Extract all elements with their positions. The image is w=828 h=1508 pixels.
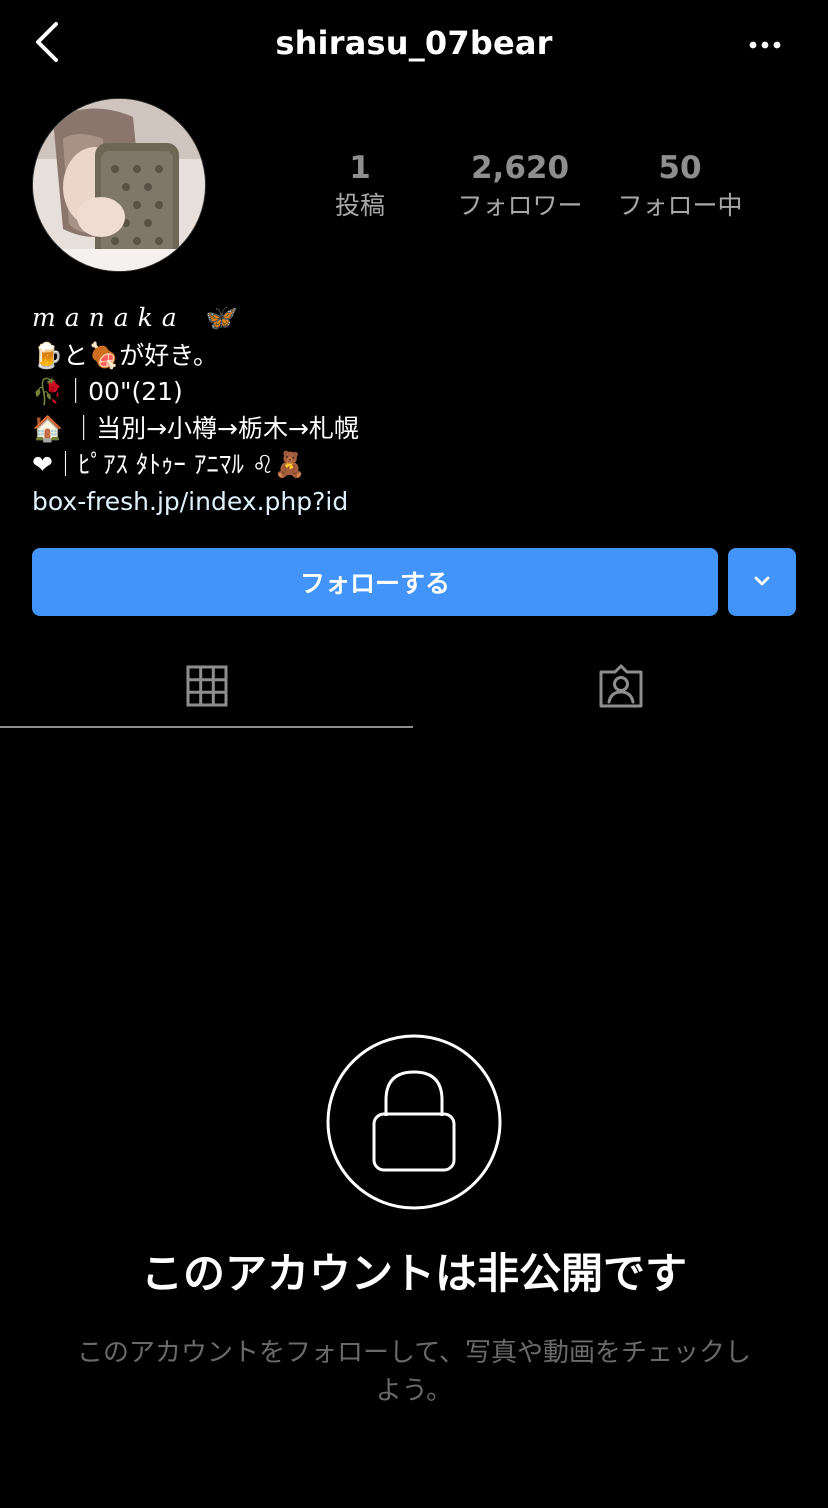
- private-account-title: このアカウントは非公開です: [140, 1249, 687, 1298]
- chevron-down-icon: [754, 576, 770, 586]
- profile-username: shirasu_07bear: [275, 24, 553, 62]
- more-options-button[interactable]: [738, 28, 792, 62]
- bio-line-interests: ❤︎｜ﾋﾟｱｽ ﾀﾄｩｰ ｱﾆﾏﾙ ♌︎🧸: [32, 450, 306, 479]
- tab-tagged[interactable]: [414, 650, 828, 726]
- bio-line-hometowns: 🏠 ｜当別→小樽→栃木→札幌: [32, 414, 359, 443]
- posts-count-label: 投稿: [334, 191, 385, 220]
- lock-icon: [326, 1034, 502, 1210]
- avatar-image: [33, 99, 205, 271]
- tagged-person-icon: [599, 664, 643, 708]
- bio-line-birth: 🥀｜00"(21): [32, 377, 183, 406]
- following-count-label: フォロー中: [617, 191, 743, 220]
- suggested-accounts-button[interactable]: [728, 548, 796, 616]
- posts-count-value: 1: [349, 150, 371, 186]
- bio-website-link[interactable]: box-fresh.jp/index.php?id: [32, 484, 348, 520]
- follow-button[interactable]: フォローする: [32, 548, 718, 616]
- followers-count-value: 2,620: [470, 150, 570, 186]
- posts-count: 1 投稿: [280, 150, 440, 226]
- following-count[interactable]: 50 フォロー中: [600, 150, 760, 226]
- bio-display-name: manaka 🦋: [32, 303, 243, 332]
- bio-line-likes: 🍺と🍖が好き。: [32, 341, 219, 370]
- avatar[interactable]: [32, 98, 206, 272]
- private-account-subtitle: このアカウントをフォローして、写真や動画をチェックしよう。: [77, 1338, 751, 1406]
- tab-posts-grid[interactable]: [0, 650, 414, 726]
- followers-count[interactable]: 2,620 フォロワー: [440, 150, 600, 226]
- private-account-lock: [326, 1034, 502, 1210]
- more-horizontal-icon: [749, 41, 781, 49]
- followers-count-label: フォロワー: [457, 191, 583, 220]
- following-count-value: 50: [658, 150, 702, 186]
- active-tab-indicator: [0, 726, 413, 728]
- grid-icon: [186, 665, 228, 707]
